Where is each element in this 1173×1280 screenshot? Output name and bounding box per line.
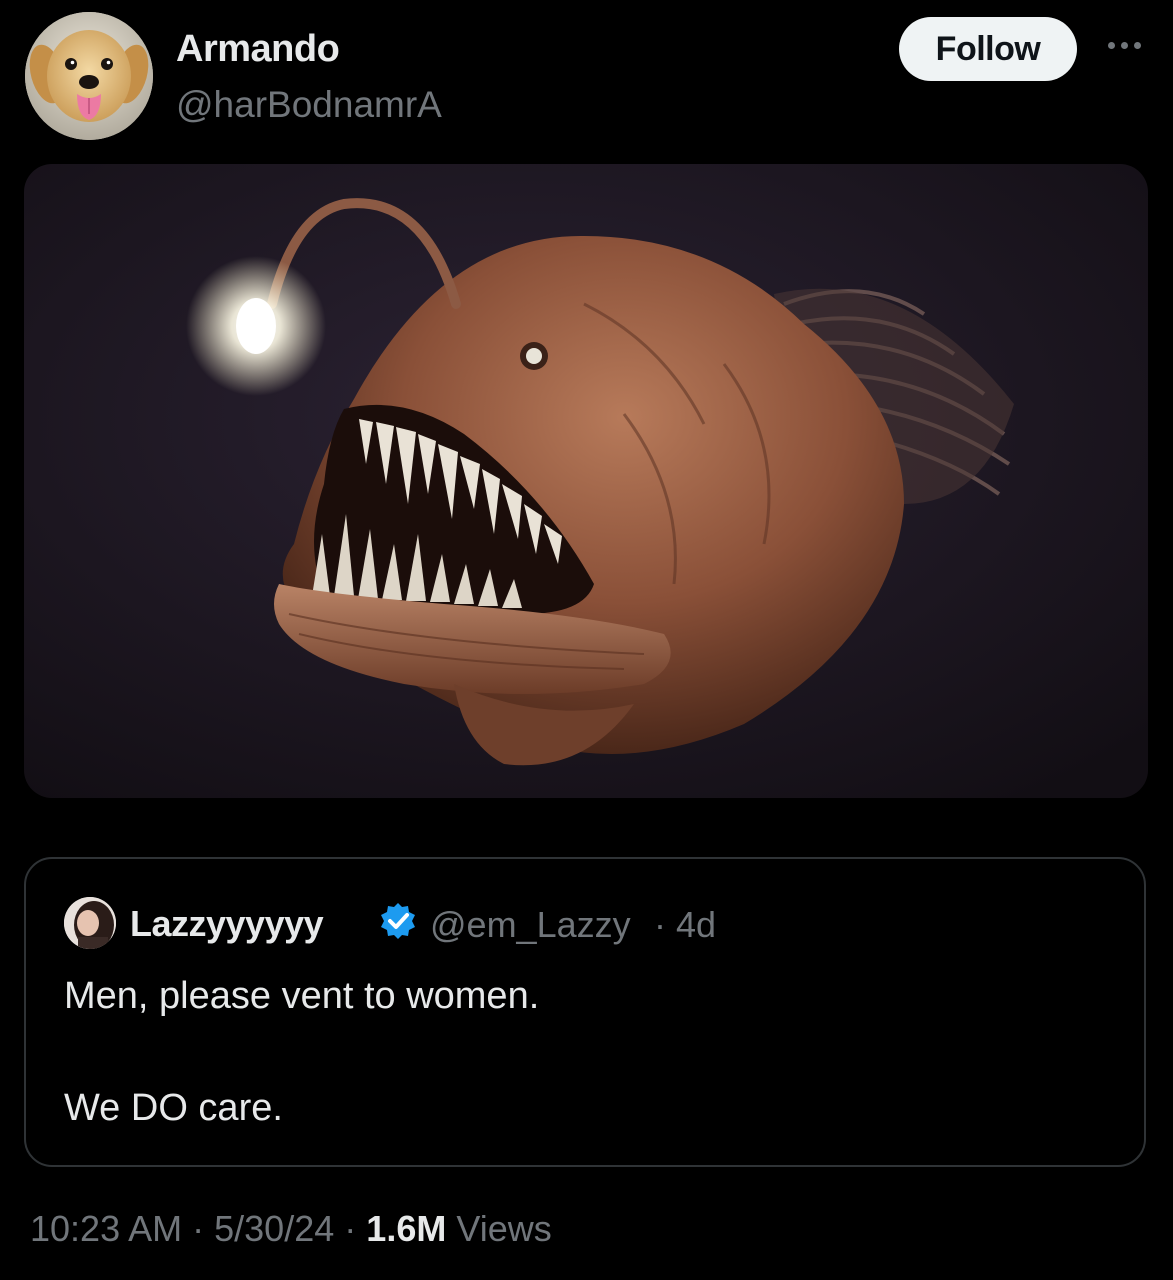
views-count: 1.6M [366, 1208, 447, 1249]
tweet-media-image[interactable] [24, 164, 1148, 798]
quoted-tweet-time[interactable]: 4d [676, 904, 716, 946]
anglerfish-image [24, 164, 1148, 798]
author-handle[interactable]: @harBodnamrA [176, 84, 442, 126]
author-name[interactable]: Armando [176, 28, 340, 71]
separator-dot: · [654, 904, 666, 945]
puppy-avatar-icon [25, 12, 153, 140]
more-options-icon[interactable] [1102, 30, 1146, 60]
quoted-author-name[interactable]: Lazzyyyyyy [130, 903, 324, 945]
quoted-author-handle[interactable]: @em_Lazzy [430, 904, 631, 946]
quoted-tweet-text-line1: Men, please vent to women. [64, 975, 540, 1017]
dot [1120, 41, 1128, 49]
author-avatar[interactable] [25, 12, 153, 140]
dot [1133, 41, 1141, 49]
separator-dot: · [192, 1208, 205, 1249]
person-avatar-icon [64, 897, 116, 949]
quoted-tweet-card[interactable]: Lazzyyyyyy @em_Lazzy · 4d Men, please ve… [24, 857, 1146, 1167]
tweet-date[interactable]: 5/30/24 [214, 1208, 334, 1249]
follow-button[interactable]: Follow [899, 17, 1077, 81]
tweet-time[interactable]: 10:23 AM [30, 1208, 182, 1249]
quoted-tweet-text-line2: We DO care. [64, 1087, 283, 1129]
tweet-meta: 10:23 AM · 5/30/24 · 1.6M Views [30, 1208, 552, 1250]
views-label: Views [456, 1208, 552, 1249]
separator-dot: · [344, 1208, 357, 1249]
dot [1107, 41, 1115, 49]
quoted-author-avatar[interactable] [64, 897, 116, 949]
verified-badge-icon [378, 901, 418, 941]
